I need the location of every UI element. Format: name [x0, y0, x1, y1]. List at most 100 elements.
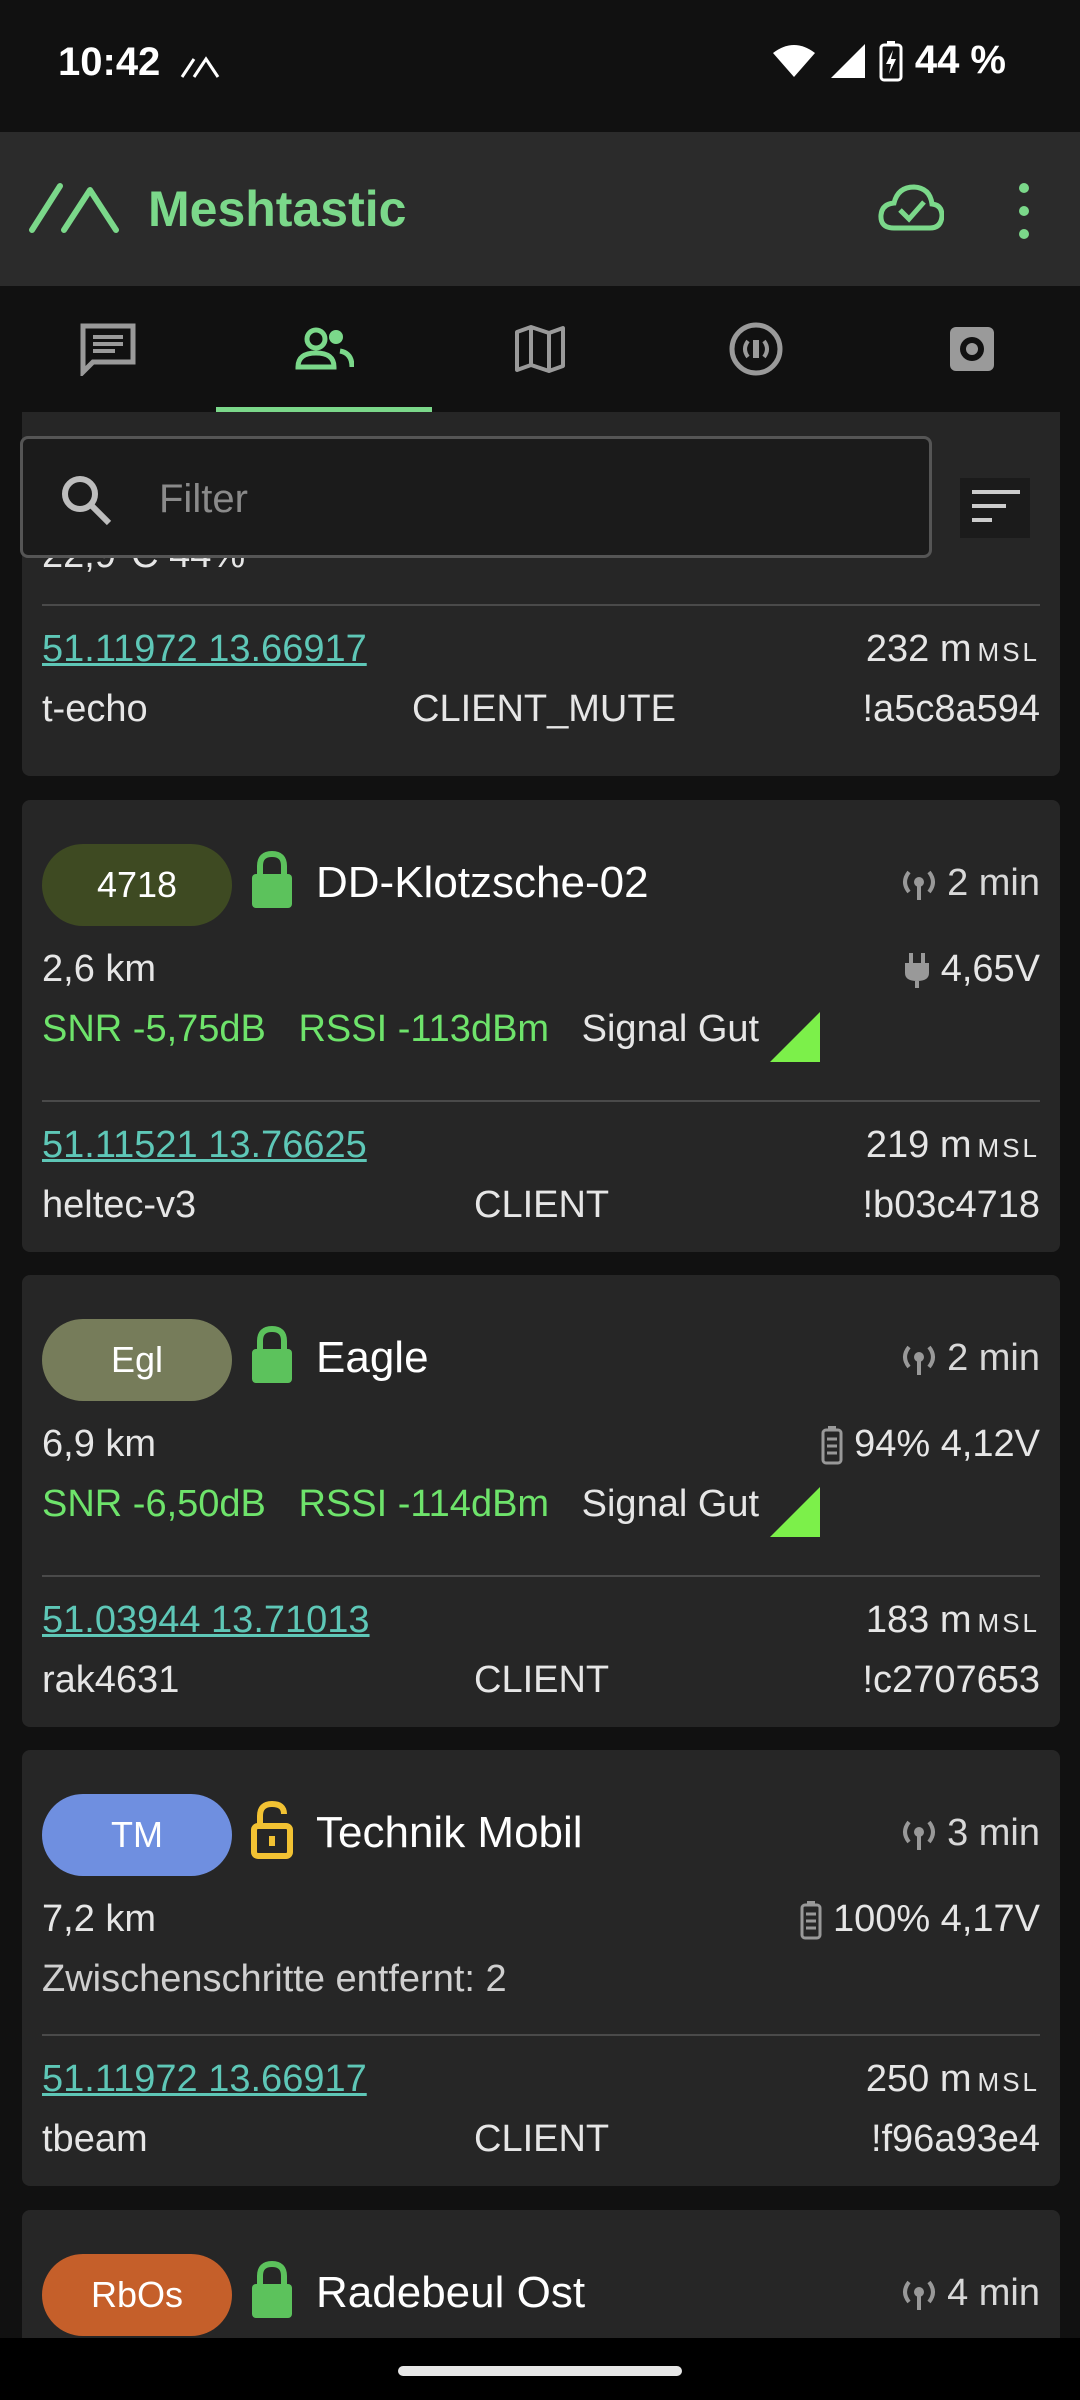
hardware-model: tbeam	[42, 2118, 148, 2160]
more-options-icon[interactable]	[1004, 176, 1044, 246]
rssi-value: RSSI -113dBm	[298, 1008, 550, 1050]
settings-icon	[950, 327, 994, 371]
node-long-name: Radebeul Ost	[316, 2268, 586, 2317]
altitude-unit: MSL	[977, 637, 1040, 667]
battery-voltage: 94% 4,12V	[854, 1423, 1040, 1465]
sort-icon[interactable]	[960, 478, 1030, 538]
card-divider	[42, 2034, 1040, 2036]
node-long-name: Eagle	[316, 1333, 429, 1382]
node-card[interactable]: TM Technik Mobil 3 min 7,2 km 100% 4,17V…	[22, 1750, 1060, 2186]
node-coordinates-link[interactable]: 51.11972 13.66917	[42, 628, 367, 670]
system-navigation-bar	[0, 2338, 1080, 2400]
people-icon	[295, 327, 354, 370]
node-role: CLIENT	[474, 2118, 610, 2160]
filter-placeholder: Filter	[159, 477, 248, 521]
node-short-name-badge[interactable]: TM	[42, 1794, 232, 1876]
cloud-connected-icon[interactable]	[878, 182, 944, 234]
last-heard: 2 min	[947, 1337, 1040, 1379]
node-card[interactable]: 4718 DD-Klotzsche-02 2 min 2,6 km 4,65V	[22, 800, 1060, 1252]
battery-icon	[821, 1425, 843, 1464]
meshtastic-logo-icon	[29, 183, 119, 233]
tab-channel[interactable]	[648, 286, 864, 412]
signal-strength-icon	[770, 1487, 820, 1537]
tab-settings[interactable]	[864, 286, 1080, 412]
card-divider	[42, 1100, 1040, 1102]
status-bar: 10:42 44 %	[0, 0, 1080, 132]
cell-signal-icon	[830, 43, 865, 78]
tab-nodes[interactable]	[216, 286, 432, 412]
node-list[interactable]: 22,9°C 44% 51.11972 13.66917 232 mMSL t-…	[0, 412, 1080, 2338]
lock-open-icon	[251, 1800, 293, 1859]
altitude: 183 m	[865, 1599, 972, 1641]
filter-bar: Filter	[0, 412, 1080, 562]
altitude: 219 m	[865, 1124, 972, 1166]
lock-closed-icon	[252, 850, 292, 908]
hardware-model: t-echo	[42, 688, 148, 730]
hops-away: Zwischenschritte entfernt: 2	[42, 1958, 507, 2000]
filter-input[interactable]: Filter	[20, 436, 932, 558]
last-heard: 3 min	[947, 1812, 1040, 1854]
voltage: 4,65V	[940, 948, 1040, 990]
status-time: 10:42	[58, 40, 161, 84]
node-short-name-badge[interactable]: 4718	[42, 844, 232, 926]
node-id: !f96a93e4	[870, 2118, 1040, 2160]
app-bar: Meshtastic	[0, 132, 1080, 286]
channel-icon	[729, 322, 783, 376]
lock-closed-icon	[252, 1325, 292, 1383]
hardware-model: heltec-v3	[42, 1184, 197, 1226]
node-role: CLIENT	[474, 1184, 610, 1226]
battery-icon	[800, 1900, 822, 1939]
altitude-unit: MSL	[977, 2067, 1040, 2097]
app-title: Meshtastic	[148, 181, 407, 237]
altitude: 232 m	[865, 628, 972, 670]
meshtastic-notification-icon	[180, 56, 220, 78]
node-card[interactable]: RbOs Radebeul Ost 4 min	[22, 2210, 1060, 2338]
tab-bar	[0, 286, 1080, 412]
search-icon	[62, 476, 112, 526]
node-id: !b03c4718	[862, 1184, 1041, 1226]
signal-quality: Signal Gut	[581, 1008, 760, 1050]
node-coordinates-link[interactable]: 51.11972 13.66917	[42, 2058, 367, 2100]
tab-map[interactable]	[432, 286, 648, 412]
node-long-name: DD-Klotzsche-02	[316, 858, 649, 907]
tab-messages[interactable]	[0, 286, 216, 412]
altitude-unit: MSL	[977, 1133, 1040, 1163]
hardware-model: rak4631	[42, 1659, 180, 1701]
node-card[interactable]: Egl Eagle 2 min 6,9 km 94% 4,12V SNR -6,…	[22, 1275, 1060, 1727]
snr-value: SNR -5,75dB	[42, 1008, 266, 1050]
battery-percent: 44 %	[914, 38, 1006, 82]
antenna-icon	[903, 1345, 936, 1375]
chat-icon	[80, 323, 136, 376]
node-coordinates-link[interactable]: 51.03944 13.71013	[42, 1599, 370, 1641]
wifi-icon	[772, 44, 815, 77]
antenna-icon	[903, 870, 936, 900]
antenna-icon	[903, 2280, 936, 2310]
last-heard: 2 min	[947, 862, 1040, 904]
distance: 2,6 km	[42, 948, 157, 990]
node-role: CLIENT_MUTE	[412, 688, 676, 730]
rssi-value: RSSI -114dBm	[298, 1483, 550, 1525]
node-short-name-badge[interactable]: Egl	[42, 1319, 232, 1401]
lock-closed-icon	[252, 2260, 292, 2318]
distance: 6,9 km	[42, 1423, 157, 1465]
card-divider	[42, 1575, 1040, 1577]
battery-charging-icon	[879, 40, 903, 81]
node-long-name: Technik Mobil	[316, 1808, 583, 1857]
signal-strength-icon	[770, 1012, 820, 1062]
power-plug-icon	[904, 952, 929, 988]
gesture-handle[interactable]	[398, 2366, 682, 2376]
node-short-name-badge[interactable]: RbOs	[42, 2254, 232, 2336]
altitude-unit: MSL	[977, 1608, 1040, 1638]
antenna-icon	[903, 1820, 936, 1850]
card-divider	[42, 604, 1040, 606]
last-heard: 4 min	[947, 2272, 1040, 2314]
map-icon	[515, 325, 565, 373]
distance: 7,2 km	[42, 1898, 157, 1940]
node-id: !c2707653	[862, 1659, 1041, 1701]
node-role: CLIENT	[474, 1659, 610, 1701]
node-coordinates-link[interactable]: 51.11521 13.76625	[42, 1124, 367, 1166]
snr-value: SNR -6,50dB	[42, 1483, 266, 1525]
battery-voltage: 100% 4,17V	[832, 1898, 1040, 1940]
node-id: !a5c8a594	[862, 688, 1041, 730]
altitude: 250 m	[865, 2058, 972, 2100]
